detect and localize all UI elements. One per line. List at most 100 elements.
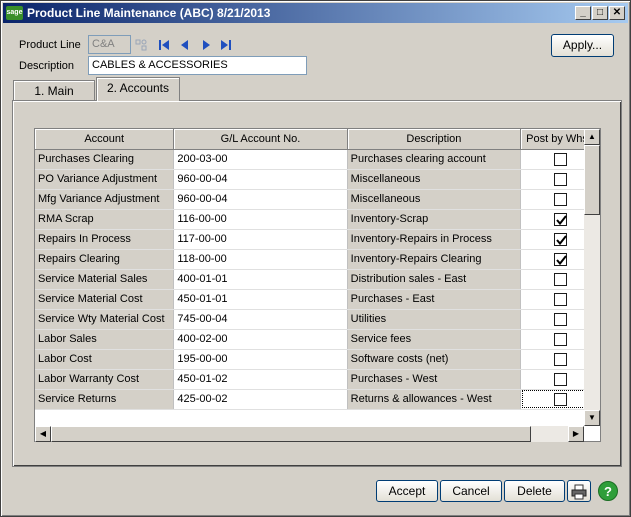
help-icon: ? [598,481,618,501]
close-button[interactable]: ✕ [609,6,625,20]
gl-account-cell[interactable]: 960-00-04 [173,169,348,190]
post-by-whse-checkbox[interactable] [553,292,567,306]
post-by-whse-checkbox[interactable] [553,152,567,166]
gl-account-cell[interactable]: 200-03-00 [173,149,348,170]
post-by-whse-checkbox[interactable] [553,172,567,186]
grid-horizontal-scrollbar[interactable]: ◀ ▶ [35,426,584,442]
print-button[interactable] [567,480,591,502]
post-by-whse-checkbox[interactable] [553,372,567,386]
post-by-whse-checkbox[interactable] [553,392,567,406]
first-record-icon[interactable] [157,38,171,52]
gl-account-cell[interactable]: 116-00-00 [173,209,348,230]
description-cell: Returns & allowances - West [347,389,522,410]
account-cell: Repairs In Process [35,229,175,250]
help-button[interactable]: ? [596,480,620,502]
apply-button[interactable]: Apply... [551,34,614,57]
gl-account-cell[interactable]: 450-01-01 [173,289,348,310]
gl-account-cell[interactable]: 960-00-04 [173,189,348,210]
maximize-button[interactable]: □ [592,6,608,20]
gl-account-cell[interactable]: 745-00-04 [173,309,348,330]
post-by-whse-checkbox[interactable] [553,312,567,326]
description-cell: Purchases - West [347,369,522,390]
gl-account-cell[interactable]: 400-01-01 [173,269,348,290]
description-cell: Software costs (net) [347,349,522,370]
window-title: Product Line Maintenance (ABC) 8/21/2013 [27,6,271,20]
account-cell: Labor Warranty Cost [35,369,175,390]
description-cell: Distribution sales - East [347,269,522,290]
description-cell: Purchases - East [347,289,522,310]
account-cell: RMA Scrap [35,209,175,230]
printer-icon [571,484,587,500]
description-cell: Inventory-Repairs in Process [347,229,522,250]
last-record-icon[interactable] [219,38,233,52]
account-cell: Labor Cost [35,349,175,370]
post-by-whse-checkbox[interactable] [553,352,567,366]
table-row[interactable]: Labor Warranty Cost 450-01-02 Purchases - … [35,369,600,390]
table-row[interactable]: Service Material Sales 400-01-01 Distribut… [35,269,600,290]
cancel-button[interactable]: Cancel [440,480,502,502]
description-cell: Miscellaneous [347,169,522,190]
product-line-maintenance-window: sage Product Line Maintenance (ABC) 8/21… [0,0,631,517]
column-header-gl-account[interactable]: G/L Account No. [173,129,348,150]
horizontal-scroll-thumb[interactable] [51,426,531,442]
sage-app-icon: sage [6,6,23,20]
gl-account-cell[interactable]: 195-00-00 [173,349,348,370]
column-header-account[interactable]: Account [35,129,175,150]
description-label: Description [19,60,75,72]
description-cell: Utilities [347,309,522,330]
account-cell: Repairs Clearing [35,249,175,270]
post-by-whse-checkbox[interactable] [553,332,567,346]
post-by-whse-checkbox[interactable] [553,232,567,246]
table-row[interactable]: Service Wty Material Cost 745-00-04 Utilit… [35,309,600,330]
account-cell: Mfg Variance Adjustment [35,189,175,210]
post-by-whse-checkbox[interactable] [553,272,567,286]
gl-account-cell[interactable]: 118-00-00 [173,249,348,270]
table-row[interactable]: Service Returns 425-00-02 Returns & allowa… [35,389,600,410]
gl-account-cell[interactable]: 117-00-00 [173,229,348,250]
tab-accounts[interactable]: 2. Accounts [96,77,180,101]
previous-record-icon[interactable] [178,38,192,52]
table-row[interactable]: Repairs In Process 117-00-00 Inventory-Rep… [35,229,600,250]
table-row[interactable]: Labor Sales 400-02-00 Service fees [35,329,600,350]
gl-account-cell[interactable]: 450-01-02 [173,369,348,390]
table-row[interactable]: Mfg Variance Adjustment 960-00-04 Miscella… [35,189,600,210]
account-cell: Purchases Clearing [35,149,175,170]
account-cell: Service Wty Material Cost [35,309,175,330]
gl-account-cell[interactable]: 400-02-00 [173,329,348,350]
title-bar: sage Product Line Maintenance (ABC) 8/21… [3,3,628,23]
table-row[interactable]: RMA Scrap 116-00-00 Inventory-Scrap [35,209,600,230]
account-cell: PO Variance Adjustment [35,169,175,190]
description-cell: Miscellaneous [347,189,522,210]
product-line-field[interactable]: C&A [88,35,131,54]
scroll-left-icon[interactable]: ◀ [35,426,51,442]
accept-button[interactable]: Accept [376,480,438,502]
next-record-icon[interactable] [199,38,213,52]
description-cell: Inventory-Repairs Clearing [347,249,522,270]
grid-vertical-scrollbar[interactable]: ▲ ▼ [584,129,600,426]
lookup-icon[interactable] [134,38,148,52]
table-row[interactable]: Purchases Clearing 200-03-00 Purchases cle… [35,149,600,170]
post-by-whse-checkbox[interactable] [553,212,567,226]
account-cell: Labor Sales [35,329,175,350]
account-cell: Service Material Cost [35,289,175,310]
post-by-whse-checkbox[interactable] [553,252,567,266]
post-by-whse-checkbox[interactable] [553,192,567,206]
table-row[interactable]: Service Material Cost 450-01-01 Purchases … [35,289,600,310]
description-field[interactable]: CABLES & ACCESSORIES [88,56,307,75]
vertical-scroll-thumb[interactable] [584,145,600,215]
scroll-right-icon[interactable]: ▶ [568,426,584,442]
delete-button[interactable]: Delete [504,480,565,502]
tab-main[interactable]: 1. Main [13,80,95,102]
accounts-grid: Account G/L Account No. Description Post… [34,128,601,442]
table-row[interactable]: Labor Cost 195-00-00 Software costs (net) [35,349,600,370]
description-cell: Inventory-Scrap [347,209,522,230]
product-line-label: Product Line [19,39,81,51]
table-row[interactable]: Repairs Clearing 118-00-00 Inventory-Repai… [35,249,600,270]
account-cell: Service Material Sales [35,269,175,290]
scroll-down-icon[interactable]: ▼ [584,410,600,426]
table-row[interactable]: PO Variance Adjustment 960-00-04 Miscellan… [35,169,600,190]
scroll-up-icon[interactable]: ▲ [584,129,600,145]
minimize-button[interactable]: _ [575,6,591,20]
column-header-description[interactable]: Description [347,129,522,150]
gl-account-cell[interactable]: 425-00-02 [173,389,348,410]
